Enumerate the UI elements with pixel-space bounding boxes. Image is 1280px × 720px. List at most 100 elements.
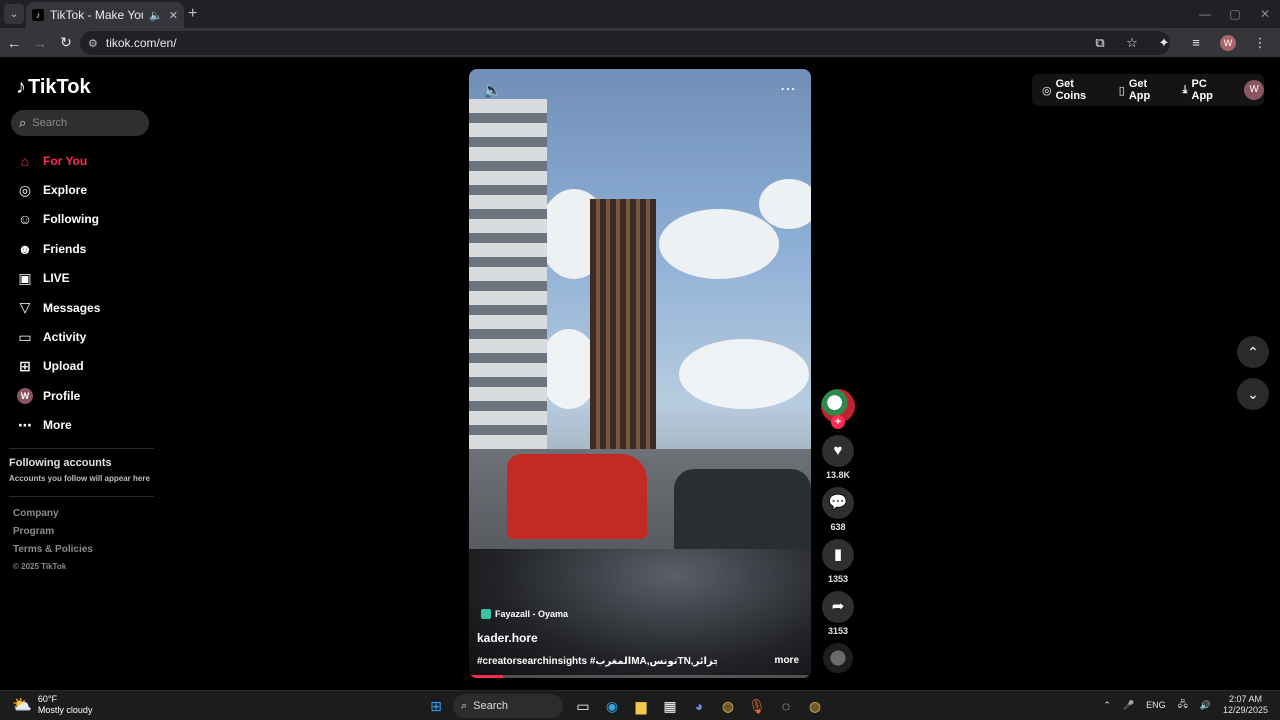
minimize-icon[interactable]: — <box>1190 0 1220 28</box>
user-avatar[interactable]: W <box>1244 80 1265 100</box>
address-bar[interactable]: ⚙ tikok.com/en/ <box>80 31 1170 55</box>
search-icon: ⌕ <box>461 699 468 712</box>
app-icon[interactable]: ◌ <box>774 694 798 718</box>
browser-toolbar: ← → ↻ ⚙ tikok.com/en/ ⧉ ☆ ✦ ≡ W ⋮ <box>0 28 1280 58</box>
date: 12/29/2025 <box>1222 705 1268 715</box>
toolbar-actions: ⧉ ☆ ✦ ≡ W ⋮ <box>1084 32 1276 54</box>
chrome-icon[interactable]: ◍ <box>716 694 740 718</box>
site-info-icon[interactable]: ⚙ <box>88 37 98 50</box>
footer-link-company[interactable]: Company <box>13 508 93 526</box>
install-app-icon[interactable]: ⧉ <box>1084 32 1116 54</box>
video-author[interactable]: kader.hore <box>477 631 538 645</box>
back-icon[interactable]: ← <box>2 35 26 51</box>
previous-video-chevron-up-icon[interactable]: ⌃ <box>1237 336 1269 368</box>
clock[interactable]: 2:07 AM 12/29/2025 <box>1223 694 1268 716</box>
nav-label: For You <box>43 153 88 168</box>
file-explorer-icon[interactable]: ▆ <box>629 694 653 718</box>
heart-icon[interactable]: ♥ <box>822 435 854 467</box>
microphone-icon[interactable]: 🎤 <box>1123 700 1134 711</box>
following-accounts-hint: Accounts you follow will appear here <box>9 474 150 483</box>
maximize-icon[interactable]: ▢ <box>1220 0 1250 28</box>
next-video-chevron-down-icon[interactable]: ⌄ <box>1237 378 1269 410</box>
volume-icon[interactable]: 🔈 <box>483 81 502 99</box>
url-text: tikok.com/en/ <box>105 36 177 50</box>
video-caption[interactable]: #creatorsearchinsights #المغربMA,تونسTN,… <box>477 656 717 667</box>
get-app-button[interactable]: ▯ Get App <box>1119 78 1171 102</box>
get-coins-button[interactable]: ◎ Get Coins <box>1042 78 1107 102</box>
sidebar-item-explore[interactable]: ◎ Explore <box>16 175 100 204</box>
footer-link-program[interactable]: Program <box>13 526 93 544</box>
like-count: 13.8K <box>825 470 851 480</box>
browser-tab[interactable]: ♪ TikTok - Make Your Day 🔈 ✕ <box>26 2 184 28</box>
sidebar-item-upload[interactable]: ⊞ Upload <box>16 352 100 381</box>
search-placeholder: Search <box>32 117 68 129</box>
home-icon: ⌂ <box>20 152 30 169</box>
sidebar-item-friends[interactable]: ☻ Friends <box>16 234 100 263</box>
compass-icon: ◎ <box>18 181 32 198</box>
reload-icon[interactable]: ↻ <box>54 34 78 51</box>
download-icon: ⤓ <box>1182 83 1188 96</box>
comment-icon[interactable]: 💬 <box>822 487 854 519</box>
chrome-profile-icon[interactable]: ◍ <box>803 694 827 718</box>
discord-icon[interactable]: ◕ <box>687 694 711 718</box>
profile-avatar: W <box>17 387 33 404</box>
sidebar-item-messages[interactable]: ▽ Messages <box>16 293 101 322</box>
new-tab-icon[interactable]: + <box>188 5 197 23</box>
sidebar-item-live[interactable]: ▣ LIVE <box>16 264 100 293</box>
windows-taskbar: ⛅ 60°F Mostly cloudy ⊞ ⌕ Search ▭ ◉ ▆ ▦ ◕… <box>0 690 1280 720</box>
taskbar-apps: ⊞ ⌕ Search ▭ ◉ ▆ ▦ ◕ ◍ 🎙 ◌ ◍ <box>424 694 832 718</box>
search-input[interactable]: ⌕ Search <box>11 110 149 136</box>
sidebar-item-activity[interactable]: ▭ Activity <box>16 322 100 351</box>
system-tray: ⌃ 🎤 ENG 🖧 🔊 2:07 AM 12/29/2025 <box>1091 694 1268 716</box>
media-controls-icon[interactable]: ≡ <box>1180 32 1212 54</box>
extensions-icon[interactable]: ✦ <box>1148 32 1180 54</box>
like-action: ♥ 13.8K <box>821 435 855 487</box>
paper-plane-icon: ▽ <box>19 299 31 316</box>
network-icon[interactable]: 🖧 <box>1178 697 1188 713</box>
video-progress-fill <box>469 675 504 678</box>
video-progress-bar[interactable] <box>469 675 811 678</box>
edge-browser-icon[interactable]: ◉ <box>600 694 624 718</box>
bookmark-star-icon[interactable]: ☆ <box>1116 32 1148 54</box>
bookmark-icon[interactable]: ▮ <box>822 539 854 571</box>
windows-start-icon[interactable]: ⊞ <box>424 694 448 718</box>
tray-chevron-up-icon[interactable]: ⌃ <box>1103 700 1111 711</box>
footer-link-terms[interactable]: Terms & Policies <box>13 544 93 562</box>
activity-icon: ▭ <box>18 328 32 345</box>
save-action: ▮ 1353 <box>821 539 855 591</box>
volume-tray-icon[interactable]: 🔊 <box>1200 700 1211 711</box>
tab-search-icon[interactable]: ⌄ <box>4 4 24 24</box>
share-arrow-icon[interactable]: ➦ <box>822 591 854 623</box>
browser-profile-avatar[interactable]: W <box>1220 35 1236 51</box>
close-window-icon[interactable]: ✕ <box>1250 0 1280 28</box>
pc-app-button[interactable]: ⤓ PC App <box>1183 78 1231 102</box>
sidebar-item-profile[interactable]: W Profile <box>16 381 100 410</box>
video-cloud <box>679 339 809 409</box>
temperature: 60°F <box>37 694 58 704</box>
browser-tab-strip: ⌄ ♪ TikTok - Make Your Day 🔈 ✕ + — ▢ ✕ <box>0 0 1280 28</box>
nav-label: Friends <box>43 241 87 256</box>
store-icon[interactable]: ▦ <box>658 694 682 718</box>
music-tag[interactable]: Fayazall - Oyama <box>481 609 568 619</box>
speaker-icon[interactable]: 🔈 <box>149 9 163 22</box>
tiktok-logo[interactable]: ♪ TikTok <box>16 76 91 99</box>
browser-menu-icon[interactable]: ⋮ <box>1244 32 1276 54</box>
forward-icon[interactable]: → <box>28 35 52 51</box>
sidebar-item-more[interactable]: ⋯ More <box>16 411 100 440</box>
video-options-icon[interactable]: ⋯ <box>780 79 797 99</box>
close-tab-icon[interactable]: ✕ <box>169 9 178 22</box>
task-view-icon[interactable]: ▭ <box>571 694 595 718</box>
taskbar-search[interactable]: ⌕ Search <box>453 694 563 718</box>
video-player[interactable]: 🔈 ⋯ Fayazall - Oyama kader.hore #creator… <box>469 69 811 678</box>
following-accounts-title: Following accounts <box>9 457 112 469</box>
music-disc-icon[interactable] <box>823 643 853 673</box>
sidebar-item-for-you[interactable]: ⌂ For You <box>16 146 100 175</box>
follow-plus-icon[interactable]: + <box>831 415 845 429</box>
language-indicator[interactable]: ENG <box>1146 700 1166 710</box>
sidebar-item-following[interactable]: ☺ Following <box>16 205 100 234</box>
phone-icon: ▯ <box>1118 84 1125 97</box>
microphone-app-icon[interactable]: 🎙 <box>745 694 769 718</box>
weather-widget[interactable]: ⛅ 60°F Mostly cloudy <box>12 694 92 716</box>
caption-more-button[interactable]: more <box>775 655 799 666</box>
nav-label: Following <box>43 212 99 227</box>
